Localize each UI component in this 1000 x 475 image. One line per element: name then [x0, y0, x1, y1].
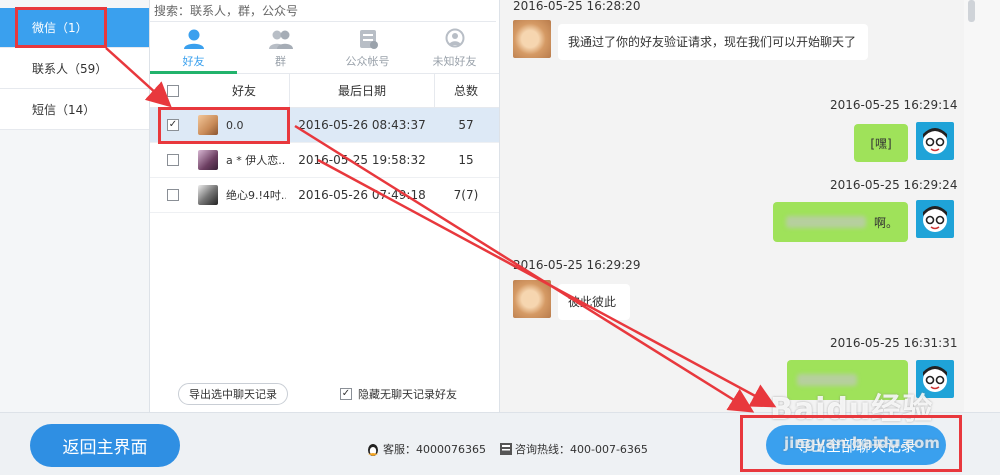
annotation-arrow: [105, 47, 172, 108]
annotation-arrow: [317, 158, 777, 408]
annotation-arrow: [294, 124, 755, 413]
annotation-arrows: [105, 47, 777, 413]
